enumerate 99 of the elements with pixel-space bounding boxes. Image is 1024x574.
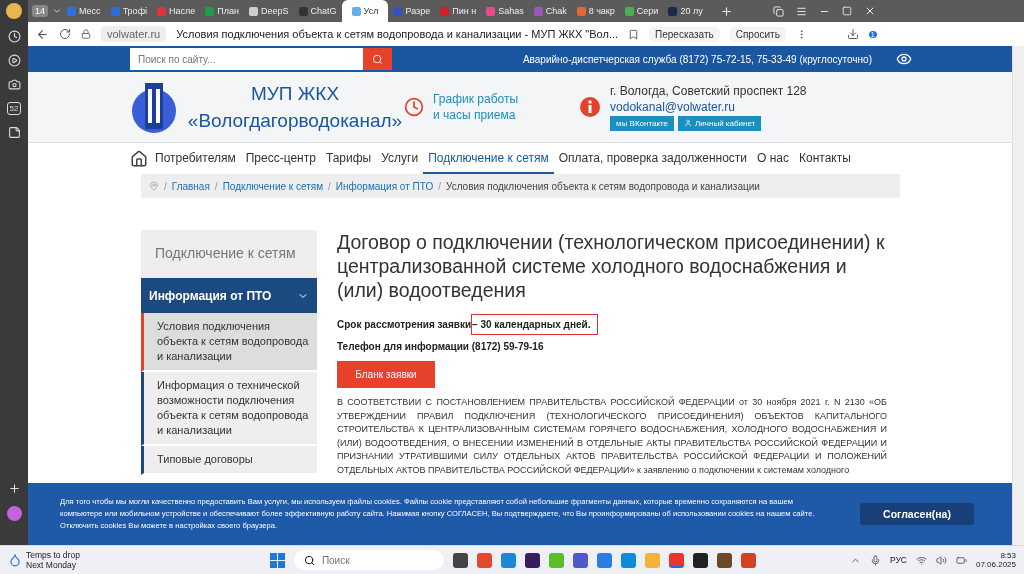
breadcrumb-separator: / xyxy=(328,180,331,192)
social-button[interactable]: Личный кабинет xyxy=(678,115,762,131)
volume-icon[interactable] xyxy=(935,554,947,566)
browser-tab[interactable]: 8 чакр xyxy=(571,0,620,22)
article-paragraph: В СООТВЕТСТВИИ С ПОСТАНОВЛЕНИЕМ ПРАВИТЕЛЬСТВА РОССИЙСКОЙ ФЕДЕРАЦИИ от 30 ноября 2021 г. N 2130 «ОБ УТВЕРЖДЕНИИ ПРАВИЛ ПОДКЛЮЧЕНИЯ (ТЕХНОЛОГИЧЕСКОГО ПРИСОЕДИНЕНИЯ) ОБЪЕКТОВ КАПИТАЛЬНОГО СТРОИТЕЛЬСТВА К ЦЕНТРАЛИЗОВАННЫМ СИСТЕМАМ ГОРЯЧЕГО ВОДОСНАБЖЕНИЯ, ХОЛОДНОГО ВОДОСНАБЖЕНИЯ И (ИЛИ) ВОДООТВЕДЕНИЯ, О ВНЕСЕНИИ ИЗМЕНЕНИЙ В ОТДЕЛЬНЫЕ АКТЫ ПРАВИТЕЛЬСТВА РОССИЙСКОЙ ФЕДЕРАЦИИ И ПРИЗНАНИИ УТРАТИВШИМИ СИЛУ ОТДЕЛЬНЫХ АКТОВ ПРАВИТЕЛЬСТВА РОССИЙСКОЙ ФЕДЕРАЦИИ И ПОЛОЖЕНИЙ ОТДЕЛЬНЫХ АКТОВ ПРАВИТЕЛЬСТВА РОССИЙСКОЙ ФЕДЕРАЦИИ» к заявлению о подключении к системам холодного xyxy=(337,396,887,477)
sidebar-item[interactable]: Типовые договоры xyxy=(141,446,317,475)
browser-tab[interactable]: Трофі xyxy=(105,0,153,22)
sidebar-group[interactable]: Информация от ПТО xyxy=(141,278,317,313)
application-form-button[interactable]: Бланк заявки xyxy=(337,361,435,388)
clock-date[interactable]: 07.06.2025 xyxy=(975,560,1016,569)
copy-icon[interactable] xyxy=(772,5,784,17)
browser-tab[interactable]: 20 лу xyxy=(663,0,708,22)
profile-avatar[interactable] xyxy=(6,3,22,19)
clock-icon xyxy=(404,97,424,117)
browser-tab[interactable]: Разре xyxy=(388,0,436,22)
search-icon xyxy=(372,53,383,65)
bookmark-icon[interactable] xyxy=(628,28,640,40)
cookie-accept-button[interactable]: Согласен(на) xyxy=(860,503,974,525)
nav-link[interactable]: О нас xyxy=(752,143,794,174)
user-icon xyxy=(684,119,693,127)
weather-text[interactable]: Next Monday xyxy=(26,560,80,570)
wifi-icon[interactable] xyxy=(915,554,927,566)
nav-link[interactable]: Контакты xyxy=(794,143,856,174)
browser-tab[interactable]: Сери xyxy=(619,0,664,22)
language-indicator[interactable]: РУС xyxy=(889,555,907,565)
article-title: Договор о подключении (технологическом присоединении) к централизованной системе холодного водоснабжения и (или) водоотведения xyxy=(337,230,886,302)
address-text: г. Вологда, Советский проспект 128 xyxy=(610,83,807,98)
email-link[interactable]: vodokanal@volwater.ru xyxy=(610,99,807,114)
browser-tab[interactable]: Усл xyxy=(341,0,389,22)
refresh-icon[interactable] xyxy=(59,28,71,40)
breadcrumb-separator: / xyxy=(164,180,167,192)
start-icon[interactable] xyxy=(269,552,285,568)
nav-link[interactable]: Услуги xyxy=(376,143,424,174)
organization-name: «Вологдагорводоканал» xyxy=(187,109,403,133)
assistant-action-button[interactable]: Спросить xyxy=(729,26,786,42)
social-button[interactable]: мы ВКонтакте xyxy=(610,115,675,131)
app-icon[interactable] xyxy=(452,552,468,568)
history-icon[interactable] xyxy=(7,30,21,43)
taskbar-search-field[interactable]: Поиск xyxy=(319,553,430,567)
taskbar-search[interactable]: Поиск xyxy=(293,550,444,570)
nav-link[interactable]: Тарифы xyxy=(320,143,377,174)
eye-icon[interactable] xyxy=(896,51,912,67)
clock-time[interactable]: 8:53 xyxy=(1000,551,1016,560)
tab-count[interactable]: 14 xyxy=(32,5,48,17)
info-icon xyxy=(580,97,601,117)
assistant-action-button[interactable]: Пересказать xyxy=(649,26,720,42)
organization-name: МУП ЖКХ xyxy=(250,82,340,106)
sidebar-item[interactable]: Информация о технической возможности подключения объекта к сетям водопровода и канализации xyxy=(141,372,317,446)
add-icon[interactable] xyxy=(7,482,21,495)
term-label: Срок рассмотрения заявки xyxy=(337,319,472,330)
search-button[interactable] xyxy=(363,48,392,70)
app-icon[interactable] xyxy=(524,552,540,568)
scrollbar[interactable] xyxy=(1012,46,1024,545)
emergency-phone-text: Аварийно-диспетчерская служба (8172) 75-72-15, 75-33-49 (круглосуточно) xyxy=(522,53,872,65)
domain-label[interactable]: volwater.ru xyxy=(101,26,167,42)
browser-tab[interactable]: Sahas xyxy=(481,0,529,22)
browser-tab[interactable]: DeepS xyxy=(244,0,294,22)
browser-tab[interactable]: Пин н xyxy=(435,0,482,22)
lock-icon xyxy=(81,29,91,39)
schedule-link[interactable]: и часы приема xyxy=(433,107,519,123)
phone-text: Телефон для информации (8172) 59-79-16 xyxy=(337,341,545,352)
home-icon[interactable] xyxy=(130,149,148,168)
nav-link[interactable]: Оплата, проверка задолженности xyxy=(553,143,752,174)
panel-badge[interactable]: 52 xyxy=(6,102,22,115)
back-icon[interactable] xyxy=(36,27,49,41)
location-pin-icon xyxy=(149,181,159,191)
breadcrumb-link[interactable]: Главная xyxy=(171,180,210,192)
breadcrumb-current: Условия подключения объекта к сетям водопровода и канализации xyxy=(446,180,760,192)
breadcrumb-link[interactable]: Подключение к сетям xyxy=(222,180,324,192)
breadcrumb-separator: / xyxy=(214,180,218,192)
breadcrumb-link[interactable]: Информация от ПТО xyxy=(335,180,434,192)
browser-tab[interactable]: Насле xyxy=(152,0,201,22)
download-icon[interactable] xyxy=(846,28,859,40)
browser-tab[interactable]: Chak xyxy=(528,0,572,22)
notes-icon[interactable] xyxy=(7,126,21,139)
restore-icon[interactable] xyxy=(841,6,852,16)
site-search-field[interactable]: Поиск по сайту... xyxy=(130,48,363,70)
menu-icon[interactable] xyxy=(795,5,807,17)
camera-icon[interactable] xyxy=(7,78,21,91)
sidebar-title: Подключение к сетям xyxy=(141,230,317,278)
browser-tab[interactable]: План xyxy=(200,0,244,22)
breadcrumb-separator: / xyxy=(438,180,441,192)
term-highlight: – 30 календарных дней. xyxy=(471,314,598,335)
app-icon[interactable] xyxy=(716,552,732,568)
chevron-down-icon[interactable] xyxy=(52,6,62,16)
sidebar-item[interactable]: Условия подключения объекта к сетям водопровода и канализации xyxy=(141,313,317,372)
browser-tab[interactable]: ChatG xyxy=(293,0,342,22)
search-icon xyxy=(303,554,315,566)
app-icon[interactable] xyxy=(692,552,708,568)
battery-icon[interactable] xyxy=(955,554,967,566)
browser-tab[interactable]: Месс xyxy=(62,0,106,22)
page-title: Условия подключения объекта к сетям водопровода и канализации - МУП ЖКХ "Вол... xyxy=(176,28,619,40)
assistant-icon[interactable] xyxy=(6,506,22,521)
nav-link[interactable]: Потребителям xyxy=(150,143,241,174)
play-icon[interactable] xyxy=(7,54,21,67)
new-tab-icon[interactable] xyxy=(719,4,733,18)
microphone-icon[interactable] xyxy=(869,554,881,566)
weather-text[interactable]: Temps to drop xyxy=(26,550,80,560)
nav-link[interactable]: Пресс-центр xyxy=(240,143,321,174)
